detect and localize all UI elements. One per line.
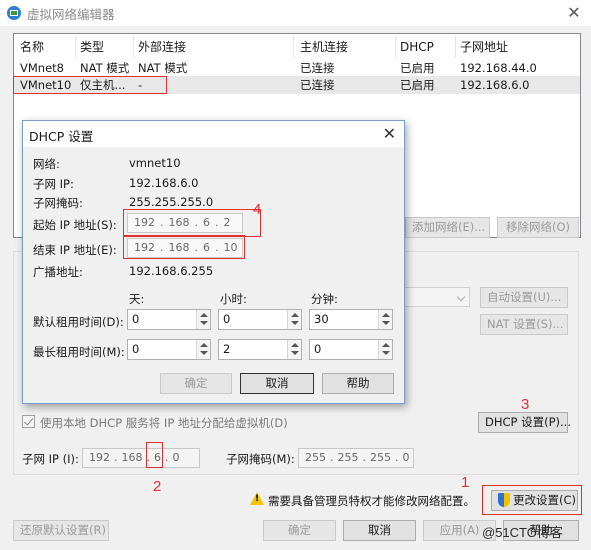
row-dhcp: 已启用: [400, 78, 435, 92]
subnet-octet-highlight: [146, 442, 163, 468]
broadcast-value: 192.168.6.255: [129, 264, 214, 278]
row-type: NAT 模式: [80, 61, 130, 75]
col-type-header[interactable]: 类型: [76, 36, 134, 58]
dialog-cancel-button[interactable]: 取消: [240, 373, 314, 394]
annotation-4: 4: [253, 201, 262, 218]
annotation-2: 2: [153, 478, 162, 495]
minutes-column-label: 分钟:: [311, 292, 338, 306]
end-ip-label: 结束 IP 地址(E):: [33, 243, 117, 257]
col-host-header[interactable]: 主机连接: [296, 36, 396, 58]
cancel-button[interactable]: 取消: [343, 520, 416, 541]
window-title: 虚拟网络编辑器: [27, 7, 115, 22]
dhcp-settings-dialog: DHCP 设置 ✕ 网络: vmnet10 子网 IP: 192.168.6.0…: [22, 120, 405, 404]
broadcast-label: 广播地址:: [33, 265, 83, 279]
app-icon: [7, 6, 21, 20]
col-dhcp-header[interactable]: DHCP: [396, 36, 456, 58]
max-lease-days-stepper[interactable]: 0: [127, 339, 211, 360]
subnet-mask-label: 子网掩码(M):: [226, 452, 295, 466]
row-subnet: 192.168.6.0: [460, 78, 530, 92]
col-external-header[interactable]: 外部连接: [134, 36, 294, 58]
dhcp-checkbox[interactable]: [22, 415, 35, 428]
max-lease-label: 最长租用时间(M):: [33, 345, 125, 359]
default-lease-minutes-stepper[interactable]: 30: [309, 309, 393, 330]
dhcp-checkbox-label: 使用本地 DHCP 服务将 IP 地址分配给虚拟机(D): [40, 416, 288, 430]
network-value: vmnet10: [129, 156, 181, 170]
subnet-mask-label: 子网掩码:: [33, 196, 83, 210]
network-label: 网络:: [33, 157, 60, 171]
bridge-adapter-combo[interactable]: [400, 287, 470, 307]
dialog-ok-button[interactable]: 确定: [160, 373, 232, 394]
max-lease-minutes-stepper[interactable]: 0: [309, 339, 393, 360]
row-host: 已连接: [300, 61, 335, 75]
start-ip-highlight: [123, 209, 261, 237]
annotation-3: 3: [521, 396, 530, 413]
col-subnet-header[interactable]: 子网地址: [456, 36, 576, 58]
subnet-ip-label: 子网 IP (I):: [22, 452, 79, 466]
virtual-network-editor-window: 虚拟网络编辑器 ✕ 名称 类型 外部连接 主机连接 DHCP 子网地址 VMne…: [0, 0, 591, 550]
close-icon[interactable]: ✕: [563, 2, 585, 24]
hours-column-label: 小时:: [220, 292, 247, 306]
default-lease-label: 默认租用时间(D):: [33, 315, 124, 329]
col-name-header[interactable]: 名称: [16, 36, 76, 58]
row-subnet: 192.168.44.0: [460, 61, 537, 75]
auto-settings-button[interactable]: 自动设置(U)...: [480, 287, 568, 308]
remove-network-button[interactable]: 移除网络(O): [497, 217, 579, 238]
title-bar: 虚拟网络编辑器 ✕: [0, 0, 591, 26]
days-column-label: 天:: [129, 292, 145, 306]
dialog-title: DHCP 设置: [29, 129, 94, 144]
restore-defaults-button[interactable]: 还原默认设置(R): [13, 520, 109, 541]
subnet-mask-value: 255.255.255.0: [129, 195, 214, 209]
end-ip-highlight: [123, 235, 245, 259]
subnet-mask-field[interactable]: 255. 255. 255. 0: [298, 448, 414, 468]
table-header: 名称 类型 外部连接 主机连接 DHCP 子网地址: [14, 36, 580, 58]
table-row[interactable]: VMnet8 NAT 模式 NAT 模式 已连接 已启用 192.168.44.…: [14, 59, 580, 77]
ok-button[interactable]: 确定: [263, 520, 336, 541]
change-settings-highlight: [482, 485, 582, 515]
max-lease-hours-stepper[interactable]: 2: [218, 339, 302, 360]
subnet-ip-value: 192.168.6.0: [129, 176, 199, 190]
row-host: 已连接: [300, 78, 335, 92]
default-lease-days-stepper[interactable]: 0: [127, 309, 211, 330]
watermark: @51CTO博客: [482, 525, 563, 540]
row-dhcp: 已启用: [400, 61, 435, 75]
nat-settings-button[interactable]: NAT 设置(S)...: [480, 314, 568, 335]
subnet-ip-label: 子网 IP:: [33, 177, 74, 191]
dialog-title-bar: DHCP 设置 ✕: [23, 121, 404, 147]
start-ip-label: 起始 IP 地址(S):: [33, 218, 117, 232]
default-lease-hours-stepper[interactable]: 0: [218, 309, 302, 330]
close-icon[interactable]: ✕: [383, 124, 396, 143]
row-external: NAT 模式: [138, 61, 188, 75]
annotation-1: 1: [461, 474, 470, 491]
admin-warning-text: 需要具备管理员特权才能修改网络配置。: [268, 494, 475, 508]
add-network-button[interactable]: 添加网络(E)...: [405, 217, 490, 238]
subnet-ip-field[interactable]: 192. 168. 6. 0: [82, 448, 200, 468]
vmnet10-highlight: [13, 76, 167, 94]
dhcp-settings-button[interactable]: DHCP 设置(P)...: [478, 412, 571, 433]
dialog-help-button[interactable]: 帮助: [322, 373, 394, 394]
warning-icon: [250, 492, 264, 505]
row-name: VMnet8: [20, 61, 64, 75]
